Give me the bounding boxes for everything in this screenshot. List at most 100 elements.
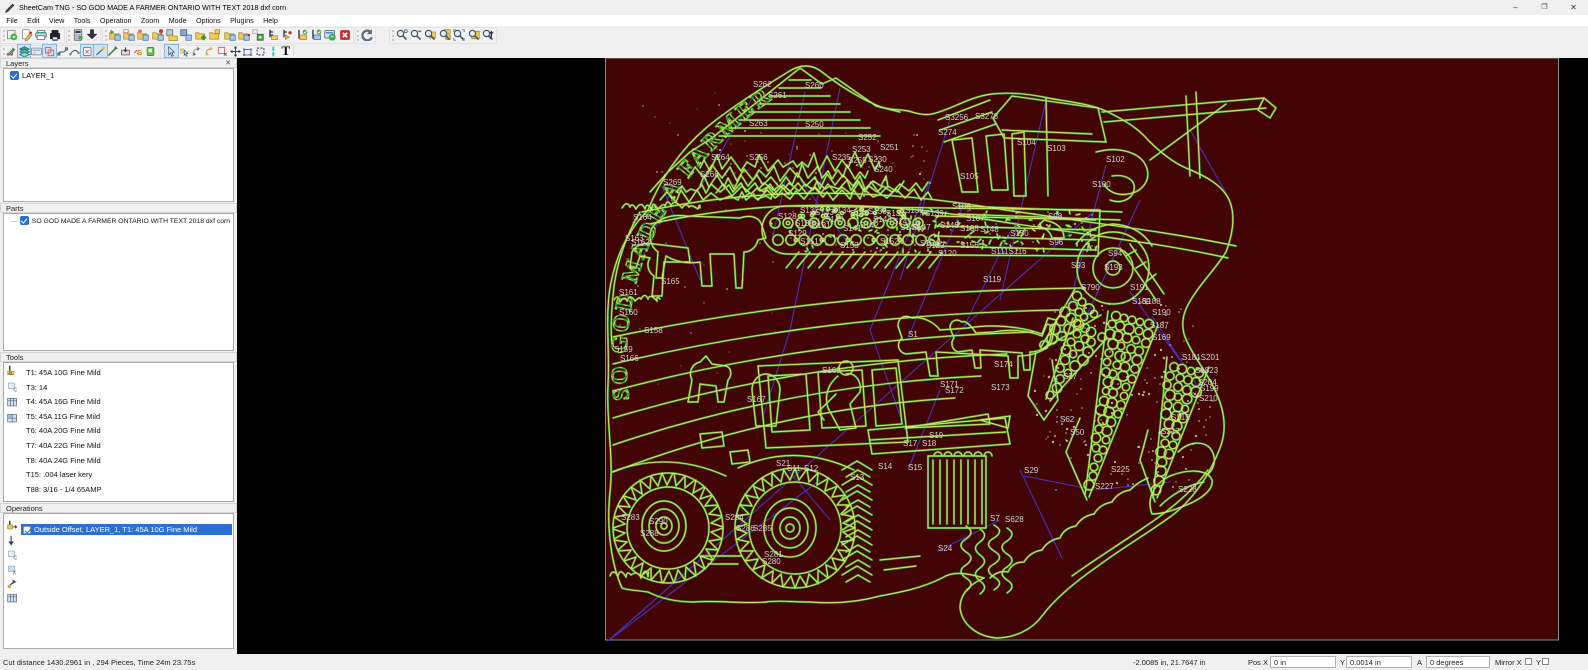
svg-text:S250: S250 xyxy=(805,120,824,129)
svg-text:S151: S151 xyxy=(800,237,819,246)
svg-text:S152: S152 xyxy=(880,237,899,246)
svg-text:X: X xyxy=(12,570,16,575)
svg-text:S264: S264 xyxy=(711,153,730,162)
svg-text:S288: S288 xyxy=(640,529,659,538)
svg-text:S230: S230 xyxy=(868,155,887,164)
svg-text:C: C xyxy=(13,387,17,392)
svg-text:S134: S134 xyxy=(832,206,851,215)
svg-text:S14: S14 xyxy=(878,462,893,471)
svg-text:S190: S190 xyxy=(1152,308,1171,317)
svg-text:S235: S235 xyxy=(832,153,851,162)
svg-text:S105: S105 xyxy=(960,172,979,181)
svg-text:S166: S166 xyxy=(620,354,639,363)
svg-text:S29: S29 xyxy=(1024,466,1039,475)
svg-text:S228: S228 xyxy=(1178,485,1197,494)
svg-text:S261: S261 xyxy=(768,91,787,100)
svg-text:S290: S290 xyxy=(649,517,668,526)
svg-text:S18: S18 xyxy=(922,439,937,448)
svg-text:S12: S12 xyxy=(804,464,819,473)
svg-text:S13: S13 xyxy=(850,473,865,482)
svg-text:S215: S215 xyxy=(1171,413,1190,422)
svg-text:S103: S103 xyxy=(1047,144,1066,153)
svg-text:S174: S174 xyxy=(994,360,1013,369)
svg-text:S164: S164 xyxy=(633,213,652,222)
svg-text:S108: S108 xyxy=(960,224,979,233)
svg-text:S156: S156 xyxy=(960,241,979,250)
svg-text:S140: S140 xyxy=(825,215,844,224)
svg-text:S187: S187 xyxy=(1150,321,1169,330)
svg-text:S158: S158 xyxy=(644,326,663,335)
svg-text:S628: S628 xyxy=(1005,515,1024,524)
svg-text:S240: S240 xyxy=(874,165,893,174)
svg-text:S107: S107 xyxy=(966,214,985,223)
svg-text:S167: S167 xyxy=(747,395,766,404)
svg-text:S104: S104 xyxy=(1017,138,1036,147)
svg-text:S139: S139 xyxy=(925,209,944,218)
svg-text:S169: S169 xyxy=(1152,333,1171,342)
svg-text:S162: S162 xyxy=(631,238,650,247)
svg-text:S283: S283 xyxy=(621,513,640,522)
svg-text:S172: S172 xyxy=(945,386,964,395)
svg-text:S3278: S3278 xyxy=(975,112,999,121)
svg-text:S269: S269 xyxy=(663,178,682,187)
svg-text:S1823: S1823 xyxy=(1195,366,1219,375)
svg-text:S17: S17 xyxy=(903,439,918,448)
svg-text:S94: S94 xyxy=(1108,249,1123,258)
svg-text:S1: S1 xyxy=(908,330,918,339)
svg-text:S148: S148 xyxy=(980,225,999,234)
svg-text:S256: S256 xyxy=(749,153,768,162)
svg-text:S217: S217 xyxy=(1161,427,1180,436)
svg-text:S173: S173 xyxy=(991,383,1010,392)
svg-text:S102: S102 xyxy=(1106,155,1125,164)
svg-text:S181S201: S181S201 xyxy=(1182,353,1220,362)
svg-text:S146: S146 xyxy=(940,221,959,230)
svg-text:S: S xyxy=(137,47,142,56)
svg-text:S24: S24 xyxy=(938,544,953,553)
svg-text:S120: S120 xyxy=(938,249,957,258)
svg-text:S98: S98 xyxy=(1048,212,1063,221)
svg-text:S96: S96 xyxy=(1049,238,1064,247)
svg-text:S119: S119 xyxy=(983,275,1002,284)
svg-text:S169: S169 xyxy=(822,366,841,375)
svg-text:S161: S161 xyxy=(619,288,638,297)
svg-text:S189: S189 xyxy=(1132,297,1151,306)
svg-text:S135: S135 xyxy=(850,209,869,218)
svg-text:S128: S128 xyxy=(778,212,797,221)
svg-text:S106: S106 xyxy=(952,202,971,211)
svg-text:S284: S284 xyxy=(725,513,744,522)
svg-text:S252: S252 xyxy=(858,133,877,142)
svg-text:C: C xyxy=(13,555,17,560)
svg-text:S191: S191 xyxy=(1130,283,1149,292)
svg-text:S260: S260 xyxy=(805,81,824,90)
svg-text:S251: S251 xyxy=(880,143,899,152)
svg-text:45: 45 xyxy=(8,372,12,376)
svg-text:S3256: S3256 xyxy=(945,113,969,122)
svg-text:S274: S274 xyxy=(938,128,957,137)
svg-text:S143: S143 xyxy=(873,215,892,224)
svg-text:S225: S225 xyxy=(1111,465,1130,474)
svg-text:S165: S165 xyxy=(661,277,680,286)
svg-text:S790: S790 xyxy=(1081,283,1100,292)
svg-text:S147: S147 xyxy=(912,223,931,232)
svg-text:S62: S62 xyxy=(1060,415,1075,424)
svg-text:S150: S150 xyxy=(1010,229,1029,238)
svg-text:S263: S263 xyxy=(749,119,768,128)
svg-text:S100: S100 xyxy=(1092,180,1111,189)
svg-text:S153: S153 xyxy=(840,241,859,250)
svg-text:S285: S285 xyxy=(753,524,772,533)
svg-text:S21: S21 xyxy=(776,459,791,468)
svg-text:S210: S210 xyxy=(1199,394,1218,403)
svg-text:S255: S255 xyxy=(848,156,867,165)
svg-text:S286: S286 xyxy=(736,524,755,533)
svg-text:S193: S193 xyxy=(1104,263,1123,272)
svg-text:S266: S266 xyxy=(700,170,719,179)
svg-text:S7: S7 xyxy=(990,514,1000,523)
svg-text:S111S116: S111S116 xyxy=(991,247,1027,256)
svg-text:S154: S154 xyxy=(920,239,939,248)
svg-text:S141: S141 xyxy=(843,224,862,233)
svg-text:S280: S280 xyxy=(762,557,781,566)
svg-text:S50: S50 xyxy=(1070,428,1085,437)
svg-text:S27: S27 xyxy=(1063,372,1078,381)
svg-text:S160: S160 xyxy=(619,308,638,317)
svg-text:S262: S262 xyxy=(753,80,772,89)
